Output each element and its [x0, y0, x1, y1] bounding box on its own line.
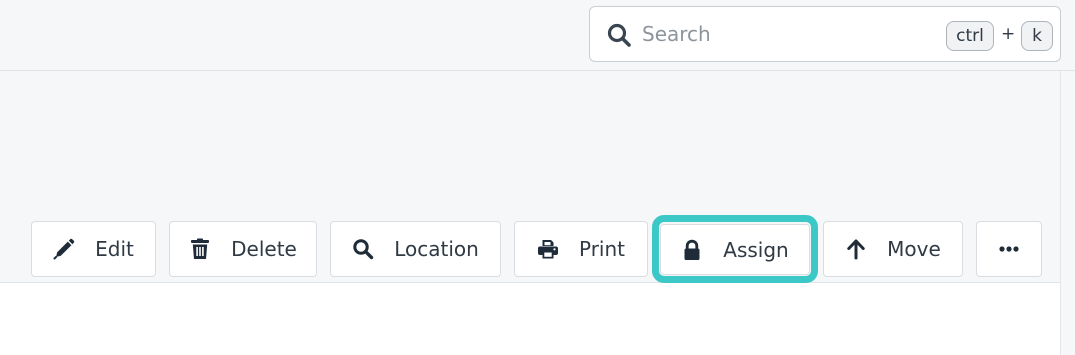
shortcut-key-ctrl: ctrl: [946, 21, 994, 51]
location-button[interactable]: Location: [330, 221, 501, 277]
top-header: ctrl + k: [0, 0, 1075, 71]
search-input[interactable]: [642, 17, 932, 51]
arrow-up-icon: [845, 238, 867, 260]
move-button[interactable]: Move: [823, 221, 963, 277]
scrollbar[interactable]: [1060, 71, 1075, 355]
assign-button[interactable]: Assign: [660, 224, 810, 275]
pencil-icon: [53, 238, 75, 260]
assign-button-label: Assign: [723, 237, 789, 262]
search-box[interactable]: ctrl + k: [589, 6, 1061, 62]
search-icon: [606, 22, 632, 48]
search-icon: [352, 238, 374, 260]
delete-button-label: Delete: [231, 237, 297, 261]
printer-icon: [537, 238, 559, 260]
trash-icon: [189, 238, 211, 260]
move-button-label: Move: [887, 237, 941, 261]
ellipsis-icon: [998, 238, 1020, 260]
shortcut-plus: +: [1001, 24, 1016, 44]
shortcut-key-k: k: [1021, 21, 1053, 51]
lock-icon: [681, 239, 703, 261]
page: ctrl + k Edit De: [0, 0, 1075, 355]
location-button-label: Location: [394, 237, 479, 261]
print-button[interactable]: Print: [514, 221, 648, 277]
more-actions-button[interactable]: [976, 221, 1042, 277]
delete-button[interactable]: Delete: [169, 221, 317, 277]
content-area: [0, 283, 1060, 355]
edit-button-label: Edit: [95, 237, 134, 261]
print-button-label: Print: [578, 237, 625, 261]
edit-button[interactable]: Edit: [31, 221, 156, 277]
